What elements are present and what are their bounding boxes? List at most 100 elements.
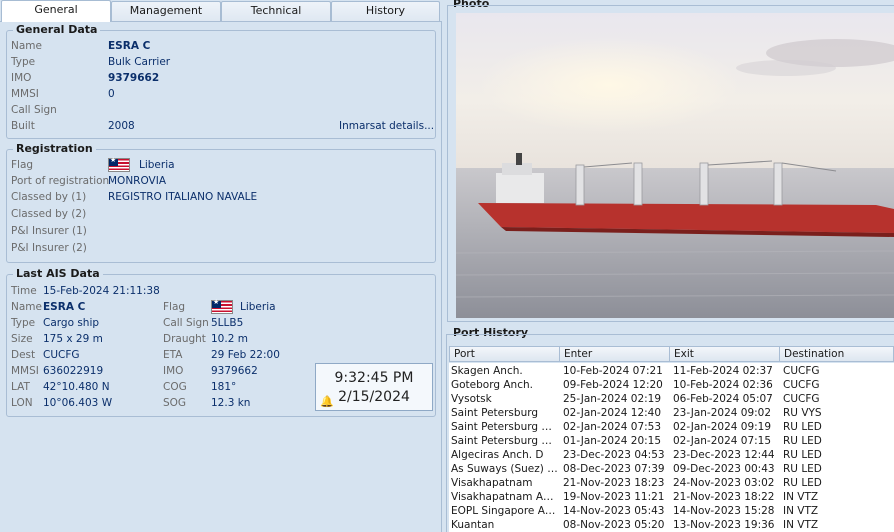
group-title: Last AIS Data <box>13 267 103 280</box>
group-title: General Data <box>13 23 101 36</box>
built-label: Built <box>11 120 35 132</box>
imo-value: 9379662 <box>108 72 160 84</box>
clock-time: 9:32:45 PM <box>334 370 414 386</box>
ais-eta-label: ETA <box>163 349 183 361</box>
tab-bar: General Management Technical History <box>0 0 440 22</box>
enter-cell: 08-Nov-2023 05:20 <box>563 519 665 531</box>
port-cell: Saint Petersburg <box>451 407 539 419</box>
column-header-destination[interactable]: Destination <box>779 346 894 362</box>
ais-mmsi-label: MMSI <box>11 365 39 377</box>
table-row[interactable]: Visakhapatnam Anch. 19-Nov-2023 11:21 21-N… <box>449 490 894 504</box>
ais-sog-value: 12.3 kn <box>211 397 251 409</box>
enter-cell: 08-Dec-2023 07:39 <box>563 463 665 475</box>
ais-draught-value: 10.2 m <box>211 333 248 345</box>
enter-cell: 02-Jan-2024 07:53 <box>563 421 662 433</box>
name-label: Name <box>11 40 42 52</box>
classed-by-1-value: REGISTRO ITALIANO NAVALE <box>108 191 258 203</box>
port-cell: Goteborg Anch. <box>451 379 533 391</box>
port-history-table: Skagen Anch. 10-Feb-2024 07:21 11-Feb-2024… <box>449 363 894 532</box>
inmarsat-details-link[interactable]: Inmarsat details... <box>339 120 434 132</box>
ais-draught-label: Draught <box>163 333 206 345</box>
ais-sog-label: SOG <box>163 397 187 409</box>
exit-cell: 23-Dec-2023 12:44 <box>673 449 775 461</box>
vessel-name: ESRA C <box>108 40 151 52</box>
imo-label: IMO <box>11 72 32 84</box>
exit-cell: 14-Nov-2023 15:28 <box>673 505 775 517</box>
ais-type-value: Cargo ship <box>43 317 100 329</box>
table-row[interactable]: Kuantan 08-Nov-2023 05:20 13-Nov-2023 19:3… <box>449 518 894 532</box>
port-cell: Saint Petersburg An... <box>451 421 559 433</box>
ais-dest-label: Dest <box>11 349 36 361</box>
table-row[interactable]: Saint Petersburg 02-Jan-2024 12:40 23-Jan-… <box>449 406 894 420</box>
destination-cell: IN VTZ <box>783 505 819 517</box>
exit-cell: 21-Nov-2023 18:22 <box>673 491 775 503</box>
destination-cell: CUCFG <box>783 365 820 377</box>
ais-time-label: Time <box>11 285 37 297</box>
table-row[interactable]: As Suways (Suez) A... 08-Dec-2023 07:39 09… <box>449 462 894 476</box>
port-cell: As Suways (Suez) A... <box>451 463 559 475</box>
tab-management[interactable]: Management <box>111 1 221 21</box>
ais-flag-value: Liberia <box>240 301 276 313</box>
enter-cell: 10-Feb-2024 07:21 <box>563 365 663 377</box>
ais-size-label: Size <box>11 333 33 345</box>
destination-cell: RU LED <box>783 449 822 461</box>
tab-technical[interactable]: Technical <box>221 1 331 21</box>
table-row[interactable]: Goteborg Anch. 09-Feb-2024 12:20 10-Feb-20… <box>449 378 894 392</box>
pi-insurer-1-label: P&I Insurer (1) <box>11 225 87 237</box>
table-row[interactable]: Algeciras Anch. D 23-Dec-2023 04:53 23-Dec… <box>449 448 894 462</box>
table-row[interactable]: Saint Petersburg An... 01-Jan-2024 20:15 0… <box>449 434 894 448</box>
flag-value: Liberia <box>139 159 175 171</box>
port-cell: Kuantan <box>451 519 495 531</box>
mmsi-value: 0 <box>108 88 115 100</box>
table-row[interactable]: Saint Petersburg An... 02-Jan-2024 07:53 0… <box>449 420 894 434</box>
ais-mmsi-value: 636022919 <box>43 365 104 377</box>
bell-icon: 🔔 <box>320 395 334 408</box>
column-header-exit[interactable]: Exit <box>669 346 780 362</box>
liberia-flag-icon: ★ <box>108 156 130 172</box>
callsign-label: Call Sign <box>11 104 57 116</box>
table-row[interactable]: Visakhapatnam 21-Nov-2023 18:23 24-Nov-202… <box>449 476 894 490</box>
exit-cell: 02-Jan-2024 07:15 <box>673 435 772 447</box>
ais-imo-label: IMO <box>163 365 184 377</box>
enter-cell: 01-Jan-2024 20:15 <box>563 435 662 447</box>
classed-by-2-label: Classed by (2) <box>11 208 87 220</box>
port-cell: Algeciras Anch. D <box>451 449 544 461</box>
ais-callsign-label: Call Sign <box>163 317 209 329</box>
port-cell: Visakhapatnam Anch. <box>451 491 559 503</box>
ais-cog-value: 181° <box>211 381 237 393</box>
enter-cell: 21-Nov-2023 18:23 <box>563 477 665 489</box>
ais-type-label: Type <box>11 317 36 329</box>
enter-cell: 23-Dec-2023 04:53 <box>563 449 665 461</box>
exit-cell: 24-Nov-2023 03:02 <box>673 477 775 489</box>
group-title: Registration <box>13 142 96 155</box>
ais-dest-value: CUCFG <box>43 349 80 361</box>
tab-general[interactable]: General <box>1 0 111 22</box>
type-label: Type <box>11 56 36 68</box>
destination-cell: RU LED <box>783 421 822 433</box>
table-row[interactable]: Skagen Anch. 10-Feb-2024 07:21 11-Feb-2024… <box>449 364 894 378</box>
destination-cell: IN VTZ <box>783 491 819 503</box>
ais-callsign-value: 5LLB5 <box>211 317 244 329</box>
tab-history[interactable]: History <box>331 1 440 21</box>
destination-cell: RU LED <box>783 435 822 447</box>
exit-cell: 10-Feb-2024 02:36 <box>673 379 773 391</box>
flag-label: Flag <box>11 159 34 171</box>
port-cell: EOPL Singapore Anch. <box>451 505 559 517</box>
destination-cell: RU LED <box>783 477 822 489</box>
port-cell: Visakhapatnam <box>451 477 533 489</box>
exit-cell: 09-Dec-2023 00:43 <box>673 463 775 475</box>
table-row[interactable]: EOPL Singapore Anch. 14-Nov-2023 05:43 14-… <box>449 504 894 518</box>
port-registration-value: MONROVIA <box>108 175 167 187</box>
ais-time-value: 15-Feb-2024 21:11:38 <box>43 285 160 297</box>
ais-eta-value: 29 Feb 22:00 <box>211 349 280 361</box>
clock-popup[interactable]: 9:32:45 PM 2/15/2024 🔔 <box>315 363 433 411</box>
column-header-port[interactable]: Port <box>449 346 560 362</box>
table-row[interactable]: Vysotsk 25-Jan-2024 02:19 06-Feb-2024 05:0… <box>449 392 894 406</box>
column-header-enter[interactable]: Enter <box>559 346 670 362</box>
ais-lon-label: LON <box>11 397 33 409</box>
ais-cog-label: COG <box>163 381 187 393</box>
exit-cell: 13-Nov-2023 19:36 <box>673 519 775 531</box>
ais-lat-value: 42°10.480 N <box>43 381 110 393</box>
enter-cell: 19-Nov-2023 11:21 <box>563 491 665 503</box>
ais-imo-value: 9379662 <box>211 365 258 377</box>
